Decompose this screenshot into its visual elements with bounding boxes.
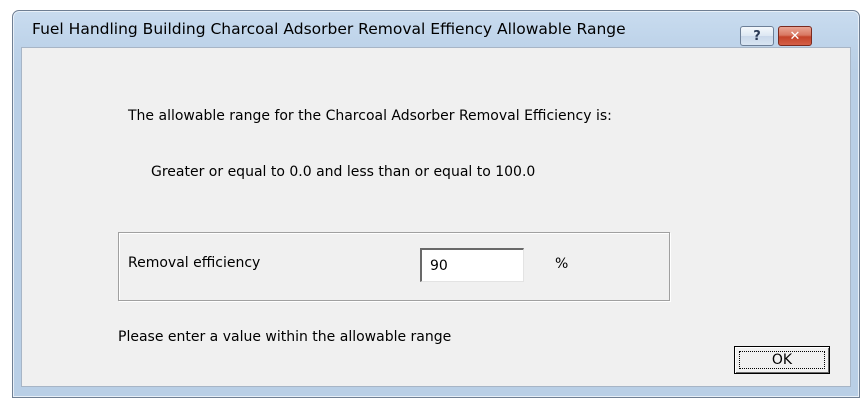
focus-rectangle: [739, 351, 825, 369]
title-bar[interactable]: Fuel Handling Building Charcoal Adsorber…: [13, 11, 859, 47]
dialog-window: Fuel Handling Building Charcoal Adsorber…: [12, 10, 860, 398]
close-button[interactable]: ✕: [778, 26, 812, 46]
close-icon: ✕: [789, 28, 801, 44]
validation-message: Please enter a value within the allowabl…: [118, 329, 452, 345]
percent-unit-label: %: [555, 256, 569, 272]
range-intro-text: The allowable range for the Charcoal Ads…: [128, 108, 612, 124]
removal-efficiency-input[interactable]: [420, 248, 524, 282]
ok-button[interactable]: OK: [734, 346, 830, 374]
dialog-body: The allowable range for the Charcoal Ads…: [21, 47, 851, 387]
range-description-text: Greater or equal to 0.0 and less than or…: [151, 164, 536, 180]
removal-efficiency-label: Removal efficiency: [128, 255, 261, 271]
help-icon: ?: [753, 28, 761, 44]
window-title: Fuel Handling Building Charcoal Adsorber…: [32, 20, 626, 38]
help-button[interactable]: ?: [740, 26, 774, 46]
